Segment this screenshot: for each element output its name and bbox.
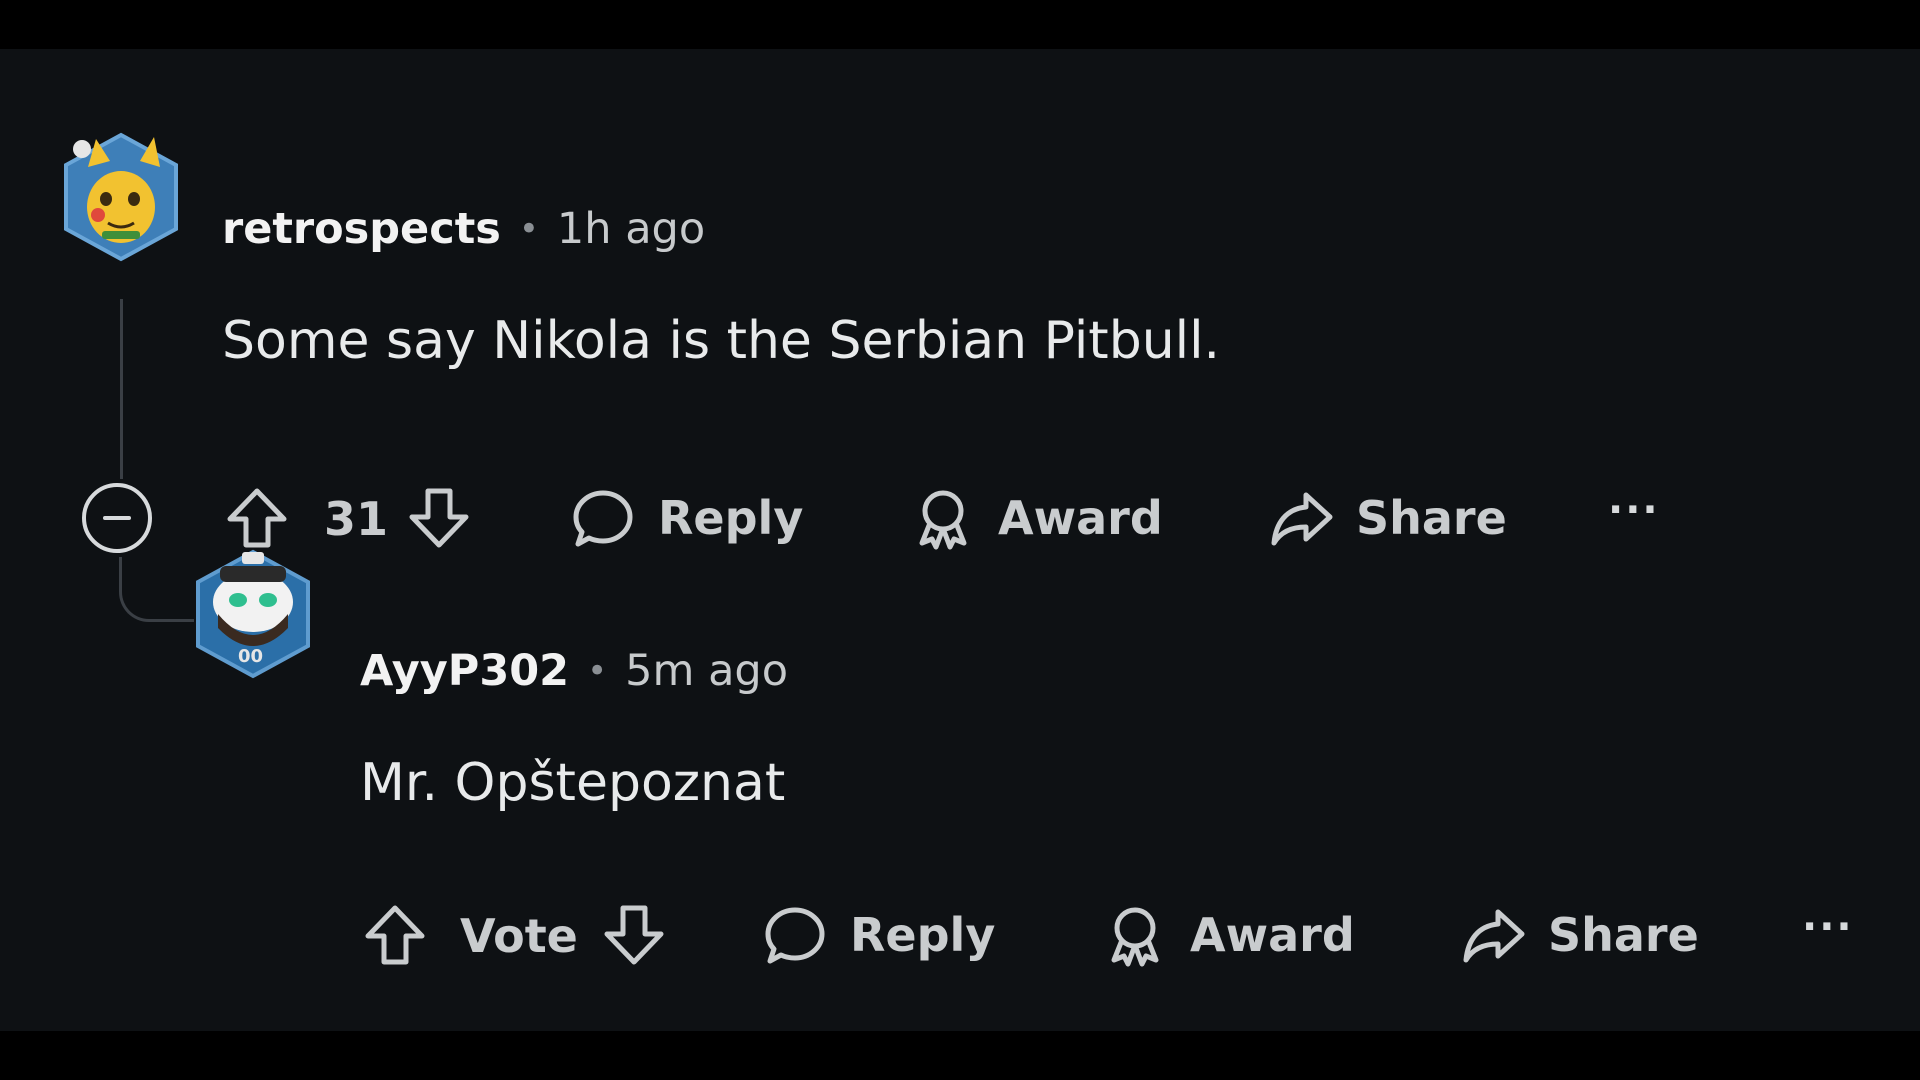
comment-body: Some say Nikola is the Serbian Pitbull. [222,311,1221,371]
vote-label: Vote [460,909,578,963]
speech-bubble-icon [570,485,636,551]
comment-username[interactable]: retrospects [222,204,501,254]
vote-count: 31 [324,492,389,546]
user-avatar-ayyp302[interactable]: 00 [190,544,316,684]
thread-branch-line [119,557,194,622]
meta-separator: • [587,651,608,691]
snoo-avatar-icon [64,132,178,262]
award-button[interactable]: Award [910,485,1163,551]
comment-body: Mr. Opštepoznat [360,753,786,813]
comment-meta: retrospects • 1h ago [222,204,705,254]
reply-label: Reply [658,491,804,545]
user-avatar-retrospects[interactable] [58,127,184,267]
downvote-button[interactable] [601,902,667,968]
comment-meta: AyyP302 • 5m ago [360,646,788,696]
upvote-button[interactable] [362,902,428,968]
share-button[interactable]: Share [1460,902,1699,968]
speech-bubble-icon [762,902,828,968]
reply-button[interactable]: Reply [570,485,803,551]
share-arrow-icon [1460,902,1526,968]
award-button[interactable]: Award [1102,902,1355,968]
comment-username[interactable]: AyyP302 [360,646,569,696]
more-options-button[interactable]: ··· [1802,904,1854,950]
thread-line [120,299,123,479]
share-button[interactable]: Share [1268,485,1507,551]
reply-label: Reply [850,908,996,962]
meta-separator: • [518,209,539,249]
downvote-arrow-icon [406,485,472,551]
comment-timestamp[interactable]: 1h ago [557,204,705,254]
video-frame: retrospects • 1h ago Some say Nikola is … [0,0,1920,1080]
snoo-avatar-icon: 00 [196,549,310,679]
award-label: Award [998,491,1163,545]
svg-text:00: 00 [238,646,263,667]
downvote-arrow-icon [601,902,667,968]
award-icon [1102,902,1168,968]
reply-button[interactable]: Reply [762,902,995,968]
award-icon [910,485,976,551]
award-label: Award [1190,908,1355,962]
more-options-button[interactable]: ··· [1608,487,1660,533]
share-arrow-icon [1268,485,1334,551]
upvote-arrow-icon [362,902,428,968]
comment-thread: retrospects • 1h ago Some say Nikola is … [0,49,1920,1031]
share-label: Share [1548,908,1699,962]
upvote-button[interactable] [224,485,290,551]
comment-timestamp[interactable]: 5m ago [625,646,788,696]
upvote-arrow-icon [224,485,290,551]
collapse-thread-button[interactable] [82,483,152,553]
share-label: Share [1356,491,1507,545]
downvote-button[interactable] [406,485,472,551]
